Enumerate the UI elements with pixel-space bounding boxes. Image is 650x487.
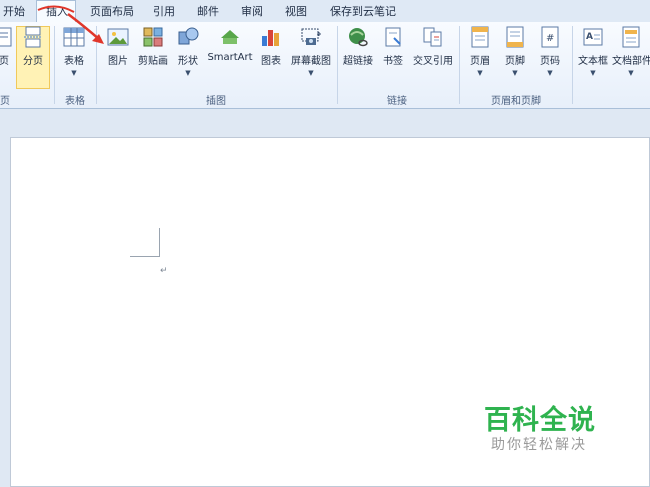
picture-icon [107, 28, 129, 46]
table-label: 表格 [64, 56, 84, 67]
bookmark-icon [385, 27, 401, 47]
chevron-down-icon: ▼ [71, 69, 77, 77]
clipart-icon [143, 27, 163, 47]
footer-icon [506, 26, 524, 48]
hyperlink-label: 超链接 [343, 56, 373, 67]
tab-insert[interactable]: 插入 [46, 3, 68, 19]
header-button[interactable]: 页眉 ▼ [467, 26, 493, 77]
group-header-footer-label: 页眉和页脚 [491, 96, 541, 107]
screenshot-label: 屏幕截图 [291, 56, 331, 67]
picture-button[interactable]: 图片 [103, 26, 133, 67]
header-icon [471, 26, 489, 48]
cross-reference-button[interactable]: 交叉引用 [412, 26, 454, 67]
footer-label: 页脚 [505, 56, 525, 67]
page-break-button[interactable]: 分页 [18, 26, 48, 67]
tab-home[interactable]: 开始 [3, 3, 25, 19]
hyperlink-icon [349, 28, 368, 47]
hyperlink-button[interactable]: 超链接 [341, 26, 375, 67]
group-divider [54, 26, 55, 104]
page-number-label: 页码 [540, 56, 560, 67]
group-illustrations-label: 插图 [206, 96, 226, 107]
svg-text:#: # [546, 33, 554, 44]
clipart-button[interactable]: 剪贴画 [137, 26, 169, 67]
chart-button[interactable]: 图表 [257, 26, 285, 67]
bookmark-button[interactable]: 书签 [380, 26, 406, 67]
page-break-label: 分页 [23, 56, 43, 67]
watermark-subtitle: 助你轻松解决 [491, 437, 587, 453]
smartart-button[interactable]: SmartArt [206, 26, 254, 63]
page-partial-button[interactable]: 页 [0, 26, 14, 67]
tab-page-layout[interactable]: 页面布局 [90, 3, 134, 19]
tab-references[interactable]: 引用 [153, 3, 175, 19]
chevron-down-icon: ▼ [477, 69, 483, 77]
page-break-icon [24, 26, 42, 48]
shapes-button[interactable]: 形状 ▼ [174, 26, 202, 77]
group-tables-label: 表格 [65, 96, 85, 107]
table-icon [63, 27, 85, 47]
smartart-icon [221, 30, 239, 44]
quick-parts-button[interactable]: 文档部件 ▼ [612, 26, 650, 77]
group-divider [96, 26, 97, 104]
group-pages-label: 页 [0, 96, 10, 107]
group-divider [459, 26, 460, 104]
tab-save-to-cloud[interactable]: 保存到云笔记 [330, 3, 396, 19]
watermark-title: 百科全说 [484, 405, 596, 436]
shapes-icon [178, 27, 199, 45]
text-margin-marker [130, 228, 160, 257]
group-links-label: 链接 [387, 96, 407, 107]
chevron-down-icon: ▼ [628, 69, 634, 77]
chart-label: 图表 [261, 56, 281, 67]
picture-label: 图片 [108, 56, 128, 67]
page-number-button[interactable]: # 页码 ▼ [537, 26, 563, 77]
clipart-label: 剪贴画 [138, 56, 168, 67]
chevron-down-icon: ▼ [547, 69, 553, 77]
smartart-label: SmartArt [207, 52, 253, 63]
paragraph-mark: ↵ [160, 266, 168, 276]
group-divider [572, 26, 573, 104]
footer-button[interactable]: 页脚 ▼ [502, 26, 528, 77]
bookmark-label: 书签 [383, 56, 403, 67]
screenshot-icon [301, 28, 321, 45]
quick-parts-label: 文档部件 [612, 56, 650, 67]
tab-mailings[interactable]: 邮件 [197, 3, 219, 19]
chevron-down-icon: ▼ [512, 69, 518, 77]
cross-reference-icon [423, 27, 442, 47]
tab-view[interactable]: 视图 [285, 3, 307, 19]
tab-review[interactable]: 审阅 [241, 3, 263, 19]
page-icon [0, 27, 12, 47]
chevron-down-icon: ▼ [308, 69, 314, 77]
group-divider [337, 26, 338, 104]
table-button[interactable]: 表格 ▼ [58, 26, 90, 77]
shapes-label: 形状 [178, 56, 198, 67]
ribbon-tab-bar: 开始 插入 页面布局 引用 邮件 审阅 视图 保存到云笔记 [0, 0, 650, 23]
page-number-icon: # [541, 26, 559, 48]
chevron-down-icon: ▼ [590, 69, 596, 77]
textbox-icon: A [583, 28, 603, 46]
quick-parts-icon [622, 26, 640, 48]
svg-text:A: A [586, 32, 593, 42]
header-label: 页眉 [470, 56, 490, 67]
page-partial-label: 页 [0, 56, 9, 67]
chart-icon [262, 30, 279, 46]
screenshot-button[interactable]: 屏幕截图 ▼ [289, 26, 333, 77]
chevron-down-icon: ▼ [185, 69, 191, 77]
cross-reference-label: 交叉引用 [413, 56, 453, 67]
textbox-label: 文本框 [578, 56, 608, 67]
textbox-button[interactable]: A 文本框 ▼ [577, 26, 609, 77]
